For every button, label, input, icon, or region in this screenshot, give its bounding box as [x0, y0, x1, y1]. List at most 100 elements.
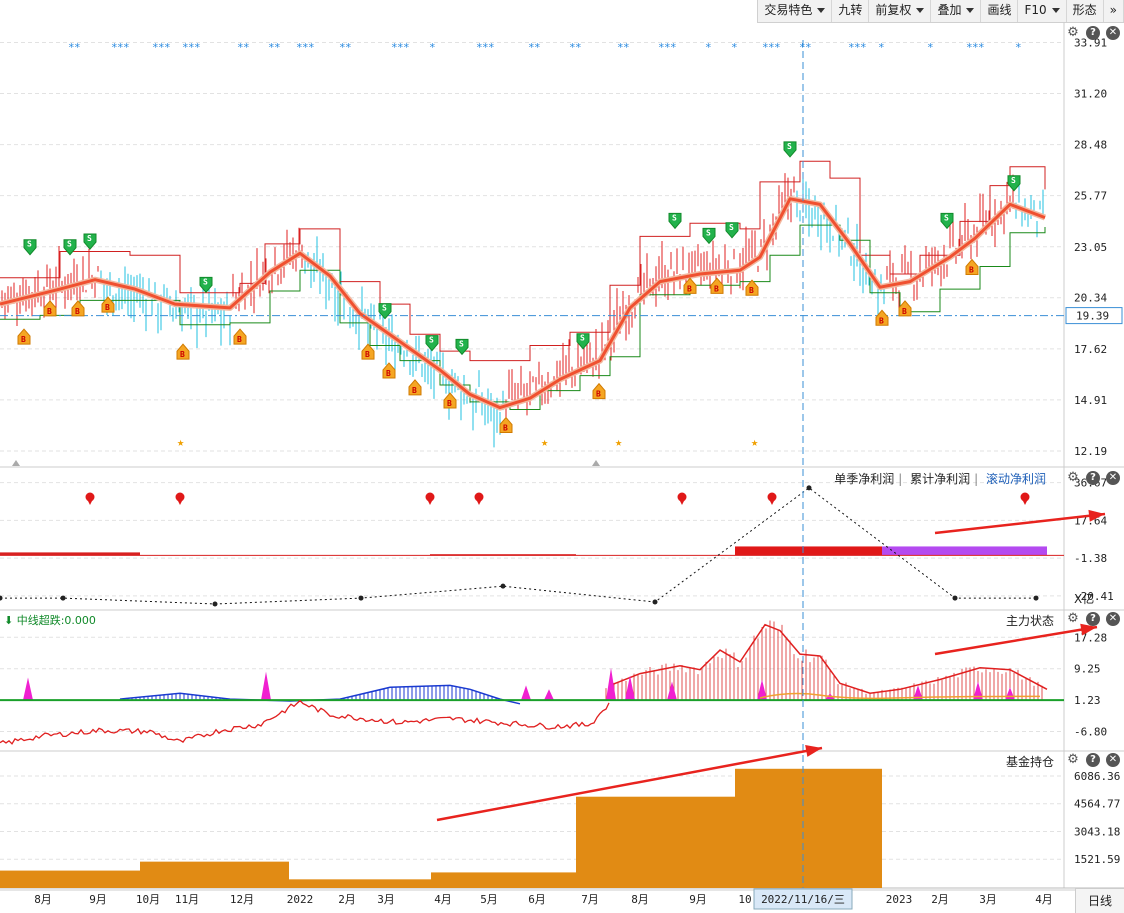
- midline-oversold-value: 中线超跌:0.000: [16, 614, 96, 627]
- gear-icon[interactable]: ⚙: [1066, 26, 1080, 40]
- svg-text:B: B: [503, 424, 508, 433]
- fund-holding-bar: [289, 879, 431, 888]
- y-tick-label: 14.91: [1074, 394, 1107, 407]
- buy-signal-badge: B: [965, 258, 979, 276]
- tab-rolling-net-profit[interactable]: 滚动净利润: [986, 472, 1046, 486]
- force-red-outline: [609, 623, 1048, 694]
- buy-signal-badge: B: [382, 362, 396, 379]
- x-tick-label: 11月: [175, 893, 199, 906]
- help-icon[interactable]: ?: [1086, 471, 1100, 485]
- help-icon[interactable]: ?: [1086, 612, 1100, 626]
- signal-asterisk: *: [429, 41, 436, 54]
- signal-asterisk: *: [488, 41, 495, 54]
- stock-chart[interactable]: 19.39* * * * * * * * * * * * * * * * * * * * * * * * * * * * * * * * * * *…: [0, 0, 1124, 912]
- x-tick-label: 12月: [230, 893, 254, 906]
- profit-dot: [806, 485, 812, 491]
- signal-asterisk: *: [774, 41, 781, 54]
- signal-asterisk: *: [345, 41, 352, 54]
- close-icon[interactable]: ✕: [1106, 26, 1120, 40]
- profit-dotted-line: [0, 487, 1036, 605]
- buy-signal-badge: B: [361, 343, 375, 360]
- star-marker: ★: [541, 435, 548, 449]
- force-red-line: [0, 699, 610, 745]
- gear-icon[interactable]: ⚙: [1066, 753, 1080, 767]
- signal-asterisk: *: [243, 41, 250, 54]
- svg-text:B: B: [386, 369, 391, 378]
- svg-text:B: B: [21, 335, 26, 344]
- signal-asterisk: *: [731, 41, 738, 54]
- profit-dot: [212, 601, 218, 607]
- force-magenta-spike: [521, 685, 531, 701]
- y-tick-label: 9.25: [1074, 663, 1101, 676]
- signal-asterisk: *: [878, 41, 885, 54]
- star-marker: ★: [751, 435, 758, 449]
- event-pin-icon: [474, 492, 484, 505]
- svg-text:B: B: [969, 266, 974, 275]
- star-marker: ★: [177, 435, 184, 449]
- x-tick-label: 9月: [689, 893, 707, 906]
- sell-signal-badge: S: [783, 141, 797, 158]
- svg-text:S: S: [706, 228, 711, 237]
- upper-band-line: [0, 160, 1046, 362]
- svg-text:B: B: [687, 284, 692, 293]
- svg-text:S: S: [1011, 176, 1016, 185]
- tab-quarterly-net-profit[interactable]: 单季净利润: [834, 472, 894, 486]
- y-tick-label: 17.62: [1074, 343, 1107, 356]
- x-tick-label: 2月: [931, 893, 949, 906]
- scroll-left-icon: [12, 460, 20, 466]
- fund-holdings-title: 基金持仓: [1005, 755, 1054, 769]
- y-tick-label: -6.80: [1074, 726, 1107, 739]
- profit-dot: [952, 595, 958, 601]
- star-marker: ★: [615, 435, 622, 449]
- profit-dot: [60, 595, 66, 601]
- y-tick-label: 23.05: [1074, 241, 1107, 254]
- help-icon[interactable]: ?: [1086, 753, 1100, 767]
- svg-text:S: S: [67, 240, 72, 249]
- signal-asterisk: *: [308, 41, 315, 54]
- y-tick-label: 20.34: [1074, 292, 1107, 305]
- x-tick-label: 6月: [528, 893, 546, 906]
- period-selector[interactable]: 日线: [1075, 888, 1124, 913]
- buy-signal-badge: B: [71, 300, 85, 317]
- y-tick-label: 28.48: [1074, 139, 1107, 152]
- profit-dot: [500, 583, 506, 589]
- close-icon[interactable]: ✕: [1106, 612, 1120, 626]
- svg-text:B: B: [180, 350, 185, 359]
- tab-cumulative-net-profit[interactable]: 累计净利润: [910, 472, 970, 486]
- profit-panel-tools: ⚙ ? ✕: [1066, 471, 1120, 485]
- x-tick-label: 4月: [1035, 893, 1053, 906]
- profit-dot: [1033, 595, 1039, 601]
- sell-signal-badge: S: [940, 212, 954, 230]
- event-pin-icon: [175, 492, 185, 505]
- close-icon[interactable]: ✕: [1106, 471, 1120, 485]
- y-tick-label: 4564.77: [1074, 798, 1120, 811]
- svg-text:B: B: [365, 350, 370, 359]
- event-pin-icon: [425, 492, 435, 505]
- close-icon[interactable]: ✕: [1106, 753, 1120, 767]
- x-tick-label: 2022: [287, 893, 314, 906]
- help-icon[interactable]: ?: [1086, 26, 1100, 40]
- force-magenta-spike: [261, 671, 271, 701]
- fund-holding-bar: [431, 872, 576, 888]
- buy-signal-badge: B: [592, 382, 606, 400]
- scroll-mid-icon: [592, 460, 600, 466]
- gear-icon[interactable]: ⚙: [1066, 471, 1080, 485]
- signal-asterisk: *: [860, 41, 867, 54]
- svg-text:S: S: [459, 339, 464, 348]
- svg-text:B: B: [447, 399, 452, 408]
- sell-signal-badge: S: [425, 335, 439, 352]
- x-tick-label: 9月: [89, 893, 107, 906]
- midline-oversold-label: ⬇ 中线超跌:0.000: [4, 614, 96, 627]
- y-tick-label: 1521.59: [1074, 853, 1120, 866]
- svg-text:B: B: [596, 390, 601, 399]
- profit-dot: [652, 599, 658, 605]
- gear-icon[interactable]: ⚙: [1066, 612, 1080, 626]
- buy-signal-badge: B: [745, 279, 759, 296]
- svg-text:S: S: [672, 213, 677, 222]
- signal-asterisk: *: [274, 41, 281, 54]
- sell-signal-badge: S: [668, 212, 682, 230]
- y-tick-label: 1.23: [1074, 694, 1101, 707]
- y-tick-label: 6086.36: [1074, 770, 1120, 783]
- signal-asterisk: *: [1015, 41, 1022, 54]
- svg-text:S: S: [787, 142, 792, 151]
